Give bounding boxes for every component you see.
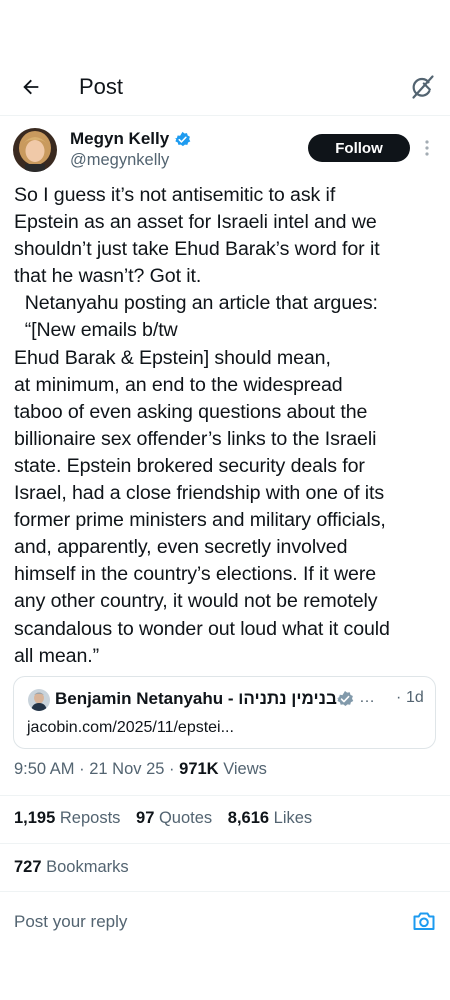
quote-separator: · (396, 689, 402, 706)
reply-input[interactable] (14, 910, 394, 934)
tweet-line: Israel, had a close friendship with one … (14, 482, 385, 505)
reposts-stat[interactable]: 1,195 Reposts (14, 809, 125, 827)
display-name[interactable]: Megyn Kelly (70, 129, 169, 149)
tweet-line: So I guess it’s not antisemitic to ask i… (14, 184, 336, 206)
likes-count: 8,616 (227, 809, 270, 827)
quote-timestamp: 1d (406, 689, 424, 706)
bookmarks-divider (0, 891, 450, 892)
tweet-text: So I guess it’s not antisemitic to ask i… (14, 182, 439, 670)
tweet-line: Ehud Barak & Epstein] should mean, (14, 346, 331, 369)
back-button[interactable] (18, 74, 44, 100)
camera-button[interactable] (410, 907, 438, 935)
follow-button[interactable]: Follow (308, 134, 410, 162)
bookmarks-label: Bookmarks (46, 858, 129, 876)
meta-separator: · (169, 760, 175, 778)
tweet-line: all mean.” (14, 644, 100, 667)
tweet-line: scandalous to wonder out loud what it co… (14, 617, 390, 640)
post-meta: 9:50 AM · 21 Nov 25 · 971K Views (14, 760, 267, 779)
bookmarks-stat[interactable]: 727 Bookmarks (14, 858, 129, 877)
likes-label: Likes (273, 809, 313, 827)
grok-icon (409, 74, 435, 100)
tweet-line: that he wasn’t? Got it. (14, 265, 202, 288)
avatar[interactable] (13, 128, 57, 172)
tweet-line: state. Epstein brokered security deals f… (14, 454, 365, 477)
tweet-line: “[New emails b/tw (14, 319, 178, 342)
quotes-stat[interactable]: 97 Quotes (136, 809, 217, 827)
user-handle[interactable]: @megynkelly (70, 151, 169, 170)
likes-stat[interactable]: 8,616 Likes (228, 809, 312, 827)
reposts-count: 1,195 (14, 809, 56, 827)
tweet-line: taboo of even asking questions about the (14, 400, 368, 423)
top-bar: Post (0, 62, 450, 114)
author-name-row[interactable]: Megyn Kelly (70, 129, 191, 149)
grok-button[interactable] (408, 73, 436, 101)
page-title: Post (79, 74, 124, 99)
arrow-left-icon (20, 76, 42, 98)
tweet-line: shouldn’t just take Ehud Barak’s word fo… (14, 238, 380, 261)
quote-avatar[interactable] (28, 689, 50, 711)
quote-link[interactable]: jacobin.com/2025/11/epstei... (27, 719, 234, 737)
tweet-line: any other country, it would not be remot… (14, 590, 378, 613)
post-stats: 1,195 Reposts 97 Quotes 8,616 Likes (14, 809, 323, 828)
tweet-line: at minimum, an end to the widespread (14, 373, 343, 396)
post-time: 9:50 AM (14, 760, 75, 778)
bookmarks-count: 727 (14, 858, 42, 876)
quoted-post-card[interactable]: Benjamin Netanyahu - בנימין נתניהו … · 1… (13, 676, 436, 749)
tweet-line: billionaire sex offender’s links to the … (14, 427, 377, 450)
post-date: 21 Nov 25 (89, 760, 165, 778)
quotes-count: 97 (136, 809, 155, 827)
verified-badge-icon (174, 131, 191, 148)
more-options-button[interactable] (419, 137, 435, 159)
header-divider (0, 115, 450, 116)
quote-truncation: … (359, 689, 375, 706)
quotes-label: Quotes (158, 809, 213, 827)
meta-separator: · (79, 760, 85, 778)
tweet-line: himself in the country’s elections. If i… (14, 563, 377, 586)
camera-icon (412, 910, 436, 932)
tweet-line: Epstein as an asset for Israeli intel an… (14, 211, 377, 234)
views-label: Views (223, 760, 267, 778)
meta-divider (0, 795, 450, 796)
tweet-line: and, apparently, even secretly involved (14, 536, 348, 559)
more-vertical-icon (425, 140, 429, 156)
verified-gray-badge-icon (336, 690, 354, 708)
views-count: 971K (179, 760, 219, 778)
reposts-label: Reposts (59, 809, 121, 827)
tweet-line: former prime ministers and military offi… (14, 509, 386, 532)
tweet-line: Netanyahu posting an article that argues… (14, 292, 378, 315)
stats-divider (0, 843, 450, 844)
quote-author-name: Benjamin Netanyahu - בנימין נתניהו (55, 689, 337, 708)
